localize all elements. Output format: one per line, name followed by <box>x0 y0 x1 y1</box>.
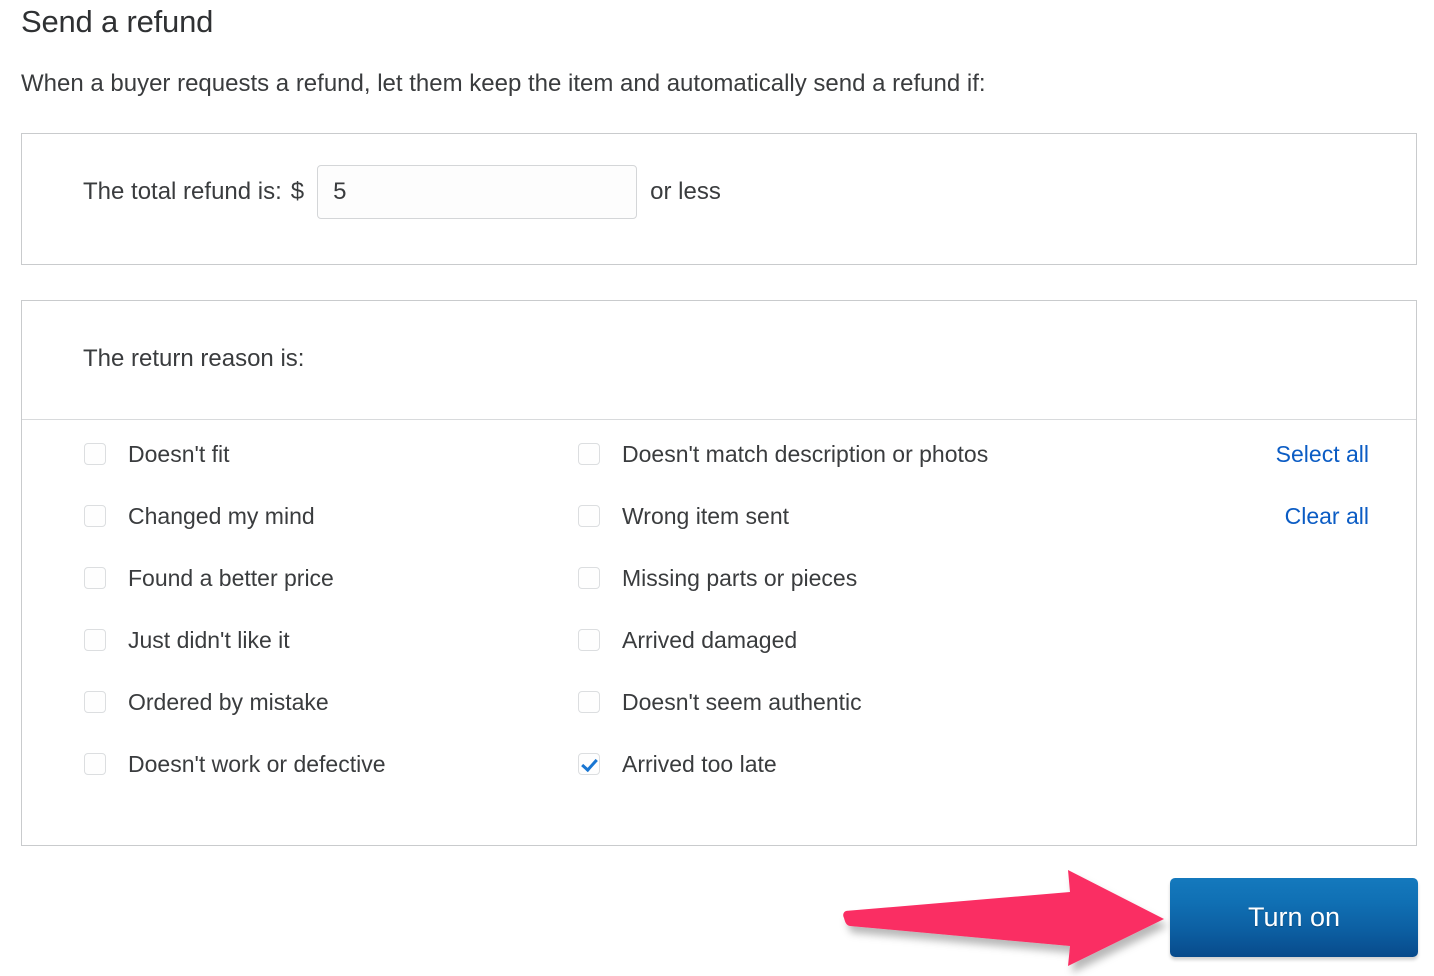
checkbox-icon[interactable] <box>578 753 600 775</box>
reason-label: Doesn't work or defective <box>128 751 386 777</box>
reason-checkbox-row[interactable]: Doesn't fit <box>84 439 554 469</box>
send-refund-settings-page: Send a refund When a buyer requests a re… <box>0 0 1434 976</box>
return-reasons-body: Doesn't fit Changed my mind Found a bett… <box>22 421 1416 846</box>
page-subtitle: When a buyer requests a refund, let them… <box>21 70 986 97</box>
checkbox-icon[interactable] <box>84 443 106 465</box>
reason-label: Wrong item sent <box>622 503 790 529</box>
reason-label: Doesn't fit <box>128 441 230 467</box>
clear-all-link[interactable]: Clear all <box>1169 501 1369 531</box>
return-reasons-panel: The return reason is: Doesn't fit Change… <box>21 300 1417 846</box>
return-reasons-header-label: The return reason is: <box>83 345 305 372</box>
checkbox-icon[interactable] <box>578 691 600 713</box>
refund-amount-input[interactable] <box>317 165 638 219</box>
bulk-actions: Select all Clear all <box>1169 439 1369 531</box>
reason-checkbox-row[interactable]: Doesn't work or defective <box>84 749 554 779</box>
reason-label: Arrived too late <box>622 751 777 777</box>
refund-amount-label: The total refund is: <box>83 178 282 205</box>
annotation-arrow-icon <box>843 870 1164 966</box>
reason-label: Changed my mind <box>128 503 315 529</box>
return-reasons-header: The return reason is: <box>22 301 1416 420</box>
reason-checkbox-row[interactable]: Ordered by mistake <box>84 687 554 717</box>
return-reasons-left-column: Doesn't fit Changed my mind Found a bett… <box>84 439 554 779</box>
checkbox-icon[interactable] <box>84 629 106 651</box>
return-reasons-right-column: Doesn't match description or photos Wron… <box>578 439 1138 779</box>
currency-symbol: $ <box>290 178 305 205</box>
reason-checkbox-row[interactable]: Wrong item sent <box>578 501 1138 531</box>
reason-checkbox-row[interactable]: Arrived too late <box>578 749 1138 779</box>
checkbox-icon[interactable] <box>84 567 106 589</box>
reason-label: Doesn't match description or photos <box>622 441 989 467</box>
reason-label: Missing parts or pieces <box>622 565 858 591</box>
checkbox-icon[interactable] <box>578 505 600 527</box>
checkbox-icon[interactable] <box>578 443 600 465</box>
reason-checkbox-row[interactable]: Just didn't like it <box>84 625 554 655</box>
checkbox-icon[interactable] <box>578 567 600 589</box>
turn-on-button[interactable]: Turn on <box>1170 878 1418 957</box>
refund-amount-suffix: or less <box>650 178 721 205</box>
reason-label: Ordered by mistake <box>128 689 329 715</box>
checkbox-icon[interactable] <box>578 629 600 651</box>
reason-checkbox-row[interactable]: Doesn't seem authentic <box>578 687 1138 717</box>
reason-checkbox-row[interactable]: Found a better price <box>84 563 554 593</box>
reason-checkbox-row[interactable]: Missing parts or pieces <box>578 563 1138 593</box>
checkbox-icon[interactable] <box>84 505 106 527</box>
reason-checkbox-row[interactable]: Doesn't match description or photos <box>578 439 1138 469</box>
page-title: Send a refund <box>21 4 214 39</box>
reason-label: Just didn't like it <box>128 627 290 653</box>
reason-checkbox-row[interactable]: Changed my mind <box>84 501 554 531</box>
select-all-link[interactable]: Select all <box>1169 439 1369 469</box>
checkbox-icon[interactable] <box>84 753 106 775</box>
refund-amount-panel: The total refund is: $ or less <box>21 133 1417 265</box>
reason-checkbox-row[interactable]: Arrived damaged <box>578 625 1138 655</box>
checkbox-icon[interactable] <box>84 691 106 713</box>
reason-label: Arrived damaged <box>622 627 798 653</box>
reason-label: Found a better price <box>128 565 334 591</box>
reason-label: Doesn't seem authentic <box>622 689 862 715</box>
refund-amount-row: The total refund is: $ or less <box>83 164 721 220</box>
